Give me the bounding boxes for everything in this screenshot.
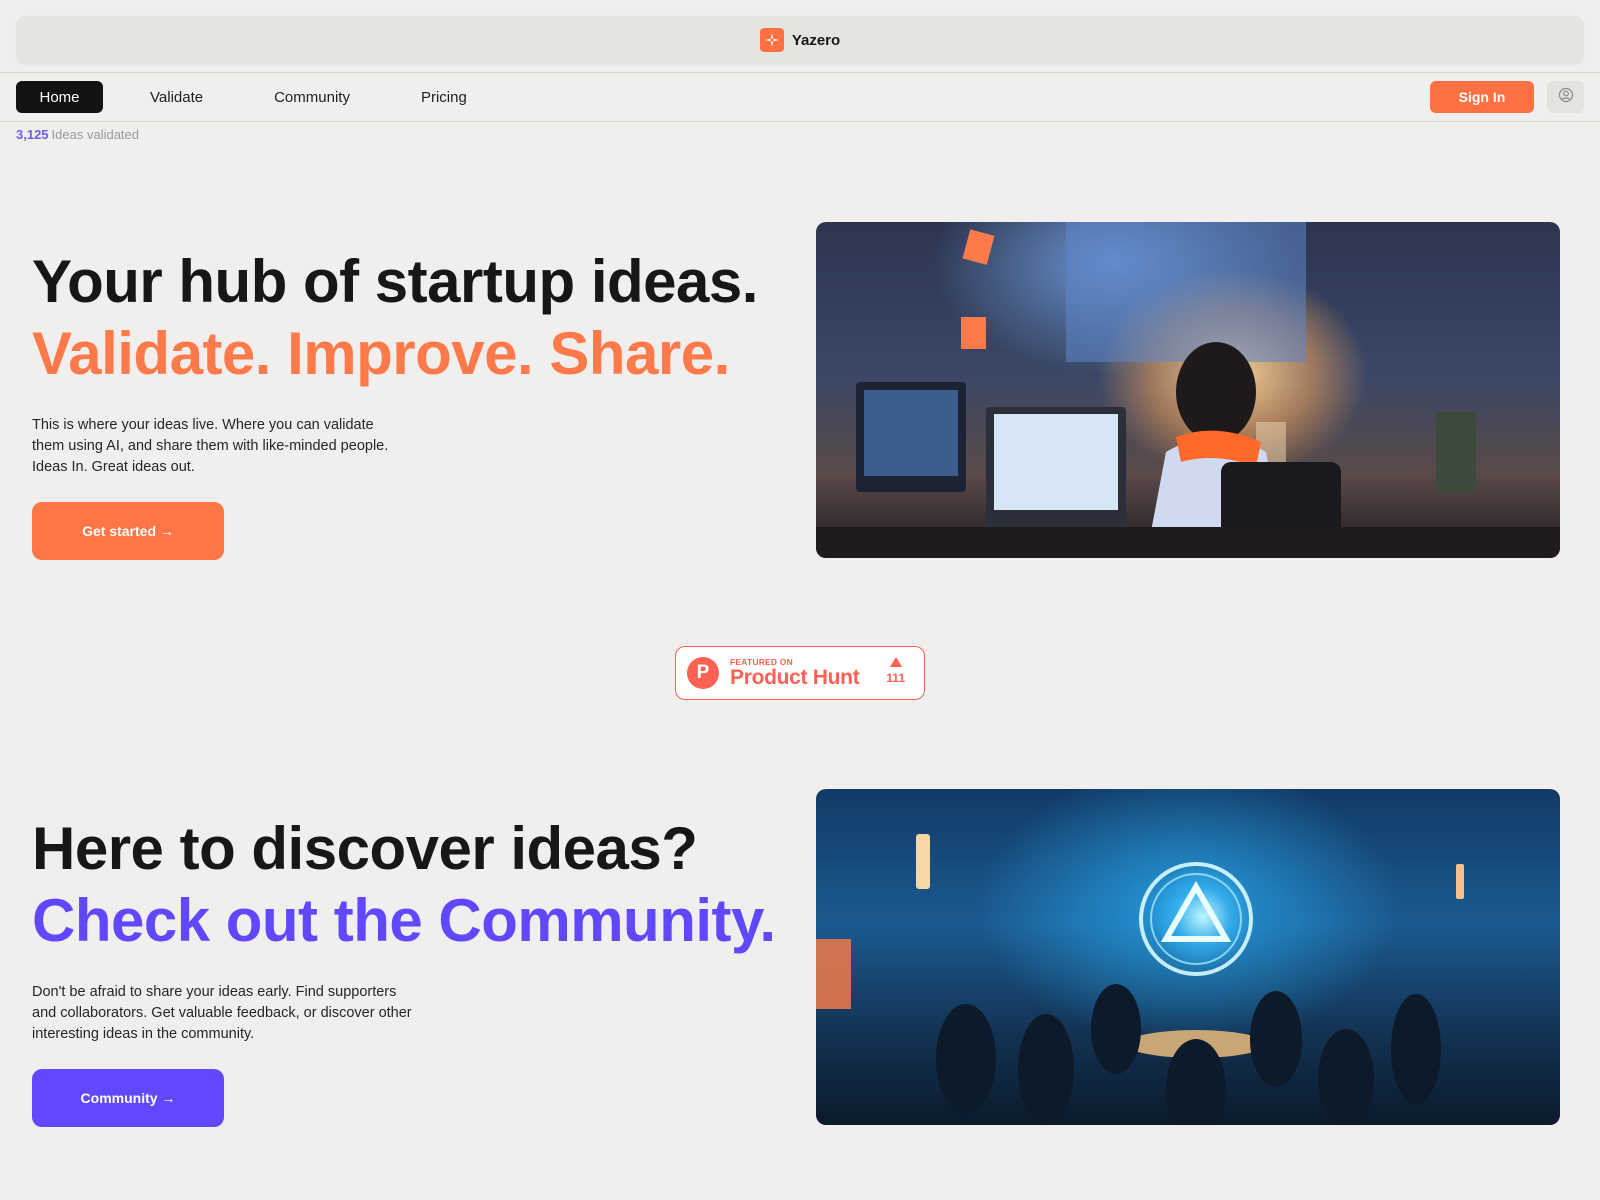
community-button[interactable]: Community → [32, 1069, 224, 1127]
nav-divider [0, 121, 1600, 122]
hero-title: Your hub of startup ideas. [32, 248, 758, 315]
sparkle-icon[interactable] [759, 28, 784, 52]
ideas-validated-label: Ideas validated [51, 127, 139, 142]
product-hunt-text: FEATURED ON Product Hunt [730, 657, 860, 689]
product-hunt-logo-icon: P [687, 657, 719, 689]
hero-illustration [816, 222, 1560, 558]
get-started-button[interactable]: Get started → [32, 502, 224, 560]
hero-subtitle: Validate. Improve. Share. [32, 320, 730, 387]
community-description: Don't be afraid to share your ideas earl… [32, 984, 412, 1042]
user-circle-icon [1558, 87, 1574, 108]
sign-in-button[interactable]: Sign In [1430, 81, 1534, 113]
community-title: Here to discover ideas? [32, 815, 698, 882]
nav-item-home[interactable]: Home [16, 81, 103, 113]
product-hunt-badge[interactable]: P FEATURED ON Product Hunt 111 [675, 646, 925, 700]
main-nav: Home Validate Community Pricing [16, 81, 500, 113]
community-subtitle: Check out the Community. [32, 887, 776, 954]
nav-item-validate[interactable]: Validate [126, 81, 227, 113]
hero-description: This is where your ideas live. Where you… [32, 417, 389, 475]
header-divider [0, 72, 1600, 73]
nav-item-community[interactable]: Community [250, 81, 374, 113]
ideas-validated-count: 3,125 [16, 127, 49, 142]
upvote-arrow-icon [889, 657, 902, 667]
product-hunt-name: Product Hunt [730, 666, 860, 689]
brand-bar: Yazero [16, 16, 1584, 64]
product-hunt-votes: 111 [886, 657, 905, 685]
nav-item-pricing[interactable]: Pricing [397, 81, 491, 113]
brand-name[interactable]: Yazero [792, 32, 840, 49]
ideas-validated-stat: 3,125 Ideas validated [16, 127, 139, 142]
community-illustration [816, 789, 1560, 1125]
user-menu-button[interactable] [1547, 81, 1584, 113]
product-hunt-vote-count: 111 [886, 671, 905, 685]
